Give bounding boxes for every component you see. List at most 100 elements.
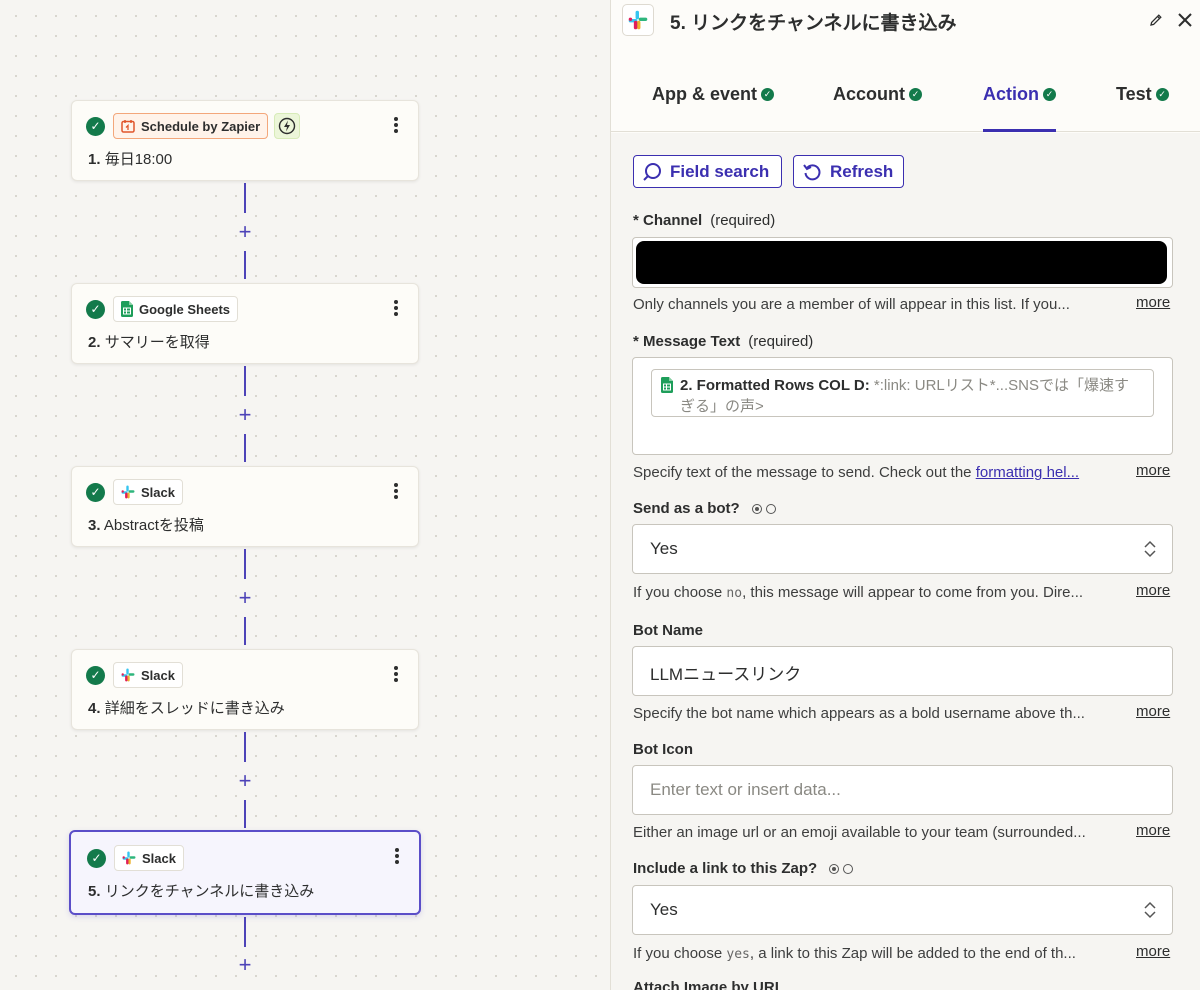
step-card-4[interactable]: ✓ Slack 4. 詳細をスレッドに書き込み: [71, 649, 419, 730]
panel-title: 5. リンクをチャンネルに書き込み: [670, 13, 957, 34]
refresh-icon: [803, 163, 821, 180]
connector-line: [244, 434, 246, 462]
check-icon: ✓: [87, 848, 106, 868]
more-link[interactable]: more: [1136, 943, 1170, 960]
field-search-button[interactable]: Field search: [633, 155, 782, 188]
app-badge-label: Slack: [142, 850, 176, 866]
more-link[interactable]: more: [1136, 822, 1170, 839]
step-title: 3. Abstractを投稿: [88, 514, 204, 535]
bot-name-label: Bot Name: [633, 622, 704, 639]
bot-icon-label: Bot Icon: [633, 741, 693, 758]
more-options-icon[interactable]: [392, 115, 400, 135]
radio-toggle-icon[interactable]: [829, 864, 854, 875]
google-sheets-icon: [121, 301, 133, 317]
slack-icon: [628, 10, 648, 30]
add-step-button[interactable]: +: [235, 404, 255, 426]
add-step-button[interactable]: +: [235, 221, 255, 243]
message-text-field[interactable]: 2. Formatted Rows COL D: *:link: URLリスト*…: [632, 357, 1173, 455]
slack-icon: [121, 668, 135, 682]
include-link-select[interactable]: Yes: [632, 885, 1173, 935]
pill-value: *:link: URLリスト*...SNSでは「爆速す: [873, 377, 1129, 394]
tab-app-event[interactable]: App & event ✓: [652, 84, 775, 105]
step-card-header: ✓ Schedule by Zapier: [86, 113, 301, 139]
send-as-bot-select[interactable]: Yes: [632, 524, 1173, 574]
connector-line: [244, 800, 246, 828]
app-badge-label: Schedule by Zapier: [141, 118, 261, 134]
select-value: Yes: [650, 900, 678, 919]
step-number: 3.: [88, 517, 101, 534]
check-icon: ✓: [1155, 88, 1169, 101]
step-title: 1. 毎日18:00: [88, 148, 172, 169]
app-badge-google-sheets: Google Sheets: [113, 296, 239, 322]
step-card-5[interactable]: ✓ Slack 5. リンクをチャンネルに書き込み: [69, 830, 421, 915]
step-number: 4.: [88, 700, 101, 717]
input-placeholder: Enter text or insert data...: [650, 780, 841, 799]
step-number: 2.: [88, 334, 101, 351]
add-step-button[interactable]: +: [235, 770, 255, 792]
close-icon[interactable]: [1176, 11, 1194, 29]
tab-account[interactable]: Account ✓: [833, 84, 922, 105]
edit-pencil-icon[interactable]: [1148, 12, 1164, 28]
action-form: Field search Refresh * Channel (required)…: [611, 133, 1200, 990]
check-icon: ✓: [761, 88, 775, 101]
pill-value-continued: ぎる」の声>: [680, 398, 764, 415]
step-card-header: ✓ Slack: [86, 662, 183, 688]
bot-icon-help: Either an image url or an emoji availabl…: [633, 824, 1086, 841]
step-card-header: ✓ Slack: [86, 479, 183, 505]
connector-line: [244, 617, 246, 645]
channel-field[interactable]: [632, 237, 1173, 288]
more-link[interactable]: more: [1136, 462, 1170, 479]
more-options-icon[interactable]: [392, 481, 400, 501]
step-name: Abstractを投稿: [103, 517, 204, 534]
step-name: サマリーを取得: [104, 334, 210, 351]
more-link[interactable]: more: [1136, 582, 1170, 599]
trigger-badge: [274, 113, 301, 139]
mapped-field-pill[interactable]: 2. Formatted Rows COL D: *:link: URLリスト*…: [651, 369, 1154, 417]
refresh-label: Refresh: [830, 161, 894, 181]
bot-icon-input[interactable]: Enter text or insert data...: [632, 765, 1173, 815]
field-search-label: Field search: [670, 161, 770, 181]
add-step-button[interactable]: +: [235, 587, 255, 609]
slack-icon: [122, 851, 136, 865]
bot-name-input[interactable]: LLMニュースリンク: [632, 646, 1173, 696]
tab-action[interactable]: Action ✓: [983, 84, 1056, 105]
more-options-icon[interactable]: [393, 846, 401, 866]
chevron-up-down-icon: [1144, 540, 1156, 558]
formatting-help-link[interactable]: formatting hel...: [976, 464, 1079, 481]
slack-icon: [121, 485, 135, 499]
step-title: 5. リンクをチャンネルに書き込み: [88, 880, 314, 901]
step-card-1[interactable]: ✓ Schedule by Zapier 1. 毎日18:00: [71, 100, 419, 181]
check-icon: ✓: [86, 482, 105, 502]
more-link[interactable]: more: [1136, 703, 1170, 720]
zap-canvas: ✓ Schedule by Zapier 1. 毎日18:00 + ✓ Goog…: [0, 0, 610, 990]
more-options-icon[interactable]: [392, 298, 400, 318]
connector-line: [244, 251, 246, 279]
radio-toggle-icon[interactable]: [751, 504, 776, 515]
select-value: Yes: [650, 539, 678, 558]
connector-line: [244, 183, 246, 213]
tab-label: Account: [833, 84, 905, 104]
check-icon: ✓: [909, 88, 922, 101]
channel-help: Only channels you are a member of will a…: [633, 296, 1070, 313]
step-card-header: ✓ Slack: [87, 845, 184, 871]
app-badge-slack: Slack: [113, 479, 183, 505]
refresh-button[interactable]: Refresh: [793, 155, 904, 188]
more-options-icon[interactable]: [392, 664, 400, 684]
include-link-label: Include a link to this Zap?: [633, 860, 854, 877]
tab-test[interactable]: Test ✓: [1116, 84, 1169, 105]
active-tab-indicator: [983, 129, 1056, 132]
add-step-button[interactable]: +: [235, 954, 255, 976]
app-badge-schedule: Schedule by Zapier: [113, 113, 269, 139]
panel-app-icon: [622, 4, 654, 36]
more-link[interactable]: more: [1136, 294, 1170, 311]
app-badge-label: Slack: [141, 484, 175, 500]
message-text-label: * Message Text (required): [633, 333, 814, 350]
message-text-help: Specify text of the message to send. Che…: [633, 464, 1080, 481]
step-card-2[interactable]: ✓ Google Sheets 2. サマリーを取得: [71, 283, 419, 364]
calendar-icon: [121, 120, 135, 133]
step-number: 5.: [88, 883, 101, 900]
step-card-3[interactable]: ✓ Slack 3. Abstractを投稿: [71, 466, 419, 547]
step-number: 1.: [88, 151, 101, 168]
include-link-help: If you choose yes, a link to this Zap wi…: [633, 945, 1076, 962]
check-icon: ✓: [86, 665, 105, 685]
